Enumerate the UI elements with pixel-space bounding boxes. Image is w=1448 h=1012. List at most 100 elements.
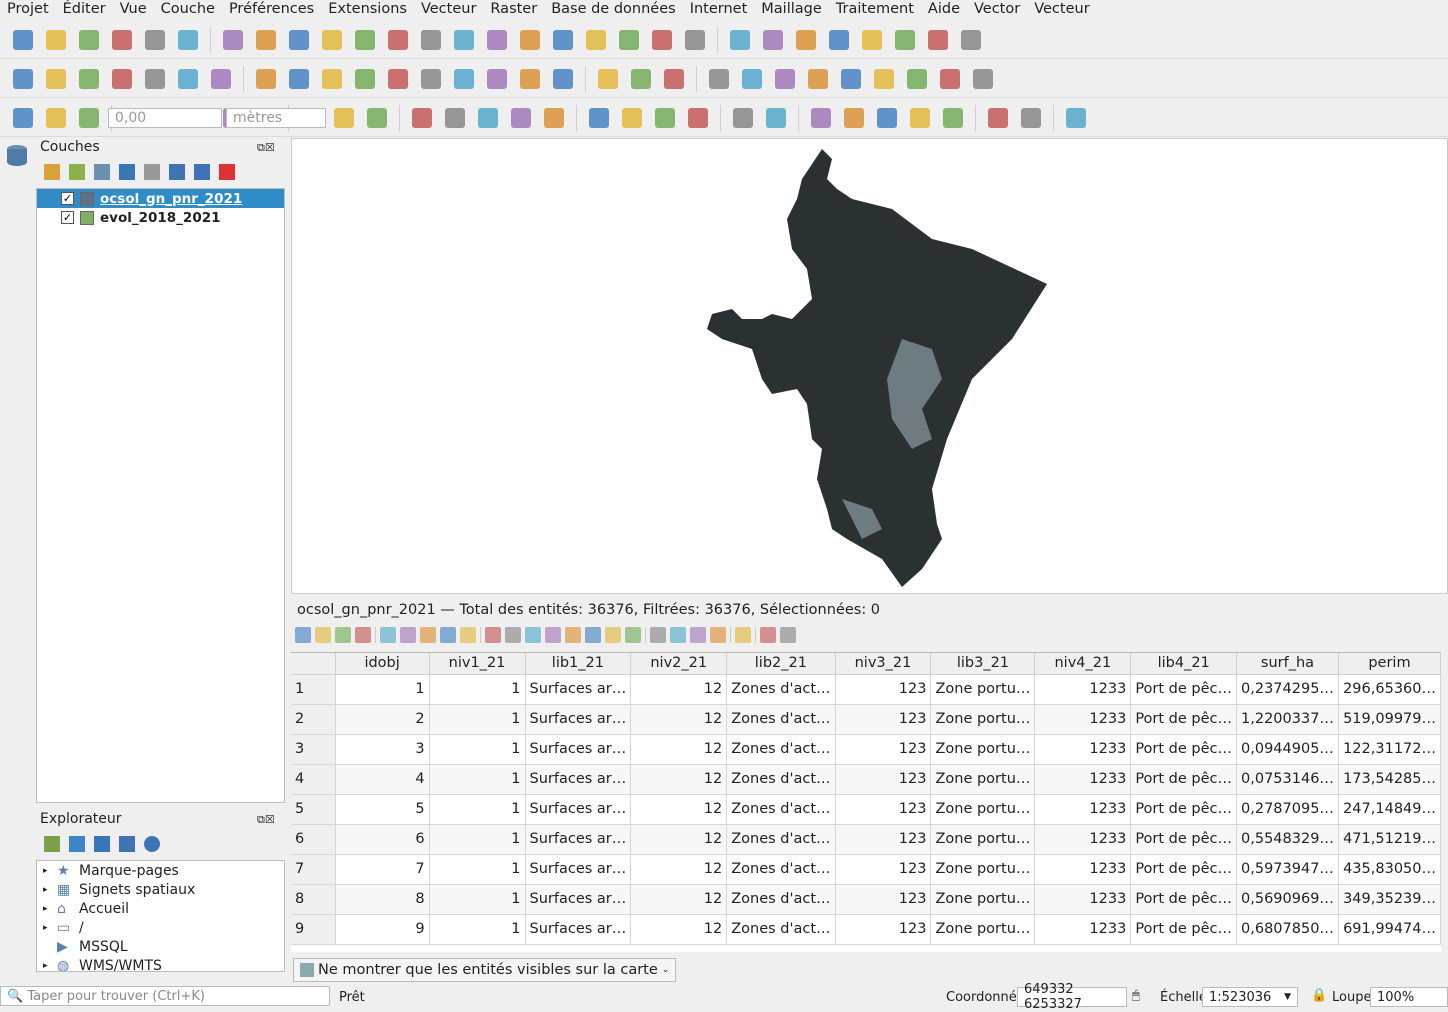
row-header[interactable]: 1 [291, 674, 336, 705]
save-edits-icon[interactable] [284, 64, 314, 94]
zoom-next-icon[interactable] [515, 25, 545, 55]
menu-7[interactable]: Raster [483, 0, 544, 21]
zoom-last-icon[interactable] [482, 25, 512, 55]
label-move-icon[interactable] [869, 64, 899, 94]
table-cell[interactable]: 122,31172… [1338, 734, 1441, 765]
edit-pen-icon[interactable] [107, 64, 137, 94]
table-cell[interactable]: 12 [630, 914, 728, 945]
table-cell[interactable]: Port de pêc… [1130, 734, 1238, 765]
menu-3[interactable]: Couche [154, 0, 222, 21]
layer-item[interactable]: ✓ ocsol_gn_pnr_2021 [37, 189, 284, 208]
table-cell[interactable]: 247,14849… [1338, 794, 1441, 825]
table-cell[interactable]: Port de pêc… [1130, 764, 1238, 795]
label-show-icon[interactable] [836, 64, 866, 94]
table-cell[interactable]: Zones d'act… [726, 794, 836, 825]
menu-13[interactable]: Vector [967, 0, 1027, 21]
table-cell[interactable]: 1 [429, 884, 526, 915]
select-expression-icon[interactable] [485, 627, 501, 643]
menu-11[interactable]: Traitement [829, 0, 921, 21]
table-cell[interactable]: 12 [630, 734, 728, 765]
print-layout-icon[interactable] [140, 25, 170, 55]
table-row[interactable]: 1 1 1 Surfaces ar… 12 Zones d'act… 123 Zone por… [291, 674, 1441, 705]
plugin-save-icon[interactable] [473, 103, 503, 133]
save-icon[interactable] [335, 627, 351, 643]
multi-edit-icon[interactable] [315, 627, 331, 643]
search-icon[interactable] [872, 103, 902, 133]
select-features-icon[interactable] [791, 25, 821, 55]
table-cell[interactable]: Zone portu… [930, 794, 1036, 825]
table-cell[interactable]: Zones d'act… [726, 734, 836, 765]
actions-icon[interactable] [735, 627, 751, 643]
zoom-selection-icon[interactable] [625, 627, 641, 643]
db-icon[interactable] [806, 103, 836, 133]
layer-item[interactable]: ✓ evol_2018_2021 [37, 208, 284, 227]
select-by-expression-icon[interactable] [659, 64, 689, 94]
filter-icon[interactable] [565, 627, 581, 643]
column-header-niv3_21[interactable]: niv3_21 [835, 653, 932, 675]
expand-icon[interactable] [169, 164, 185, 180]
table-cell[interactable]: 1233 [1034, 824, 1132, 855]
table-cell[interactable]: Zones d'act… [726, 854, 836, 885]
table-cell[interactable]: 1 [429, 794, 526, 825]
measure-icon[interactable] [890, 25, 920, 55]
pan-selection-icon[interactable] [605, 627, 621, 643]
add-raster-icon[interactable] [41, 64, 71, 94]
table-cell[interactable]: Surfaces ar… [525, 674, 632, 705]
table-cell[interactable]: 123 [835, 794, 932, 825]
table-cell[interactable]: 9 [335, 914, 430, 945]
table-cell[interactable]: 1 [429, 704, 526, 735]
map-canvas[interactable] [291, 138, 1448, 594]
table-cell[interactable]: 0,5690969… [1236, 884, 1339, 915]
column-header-lib2_21[interactable]: lib2_21 [726, 653, 836, 675]
add-group-icon[interactable] [69, 164, 85, 180]
row-header[interactable]: 5 [291, 794, 336, 825]
table-cell[interactable]: Zone portu… [930, 854, 1036, 885]
snapping-tolerance-input[interactable]: 0,00 [108, 108, 222, 128]
snapping-unit-select[interactable]: mètres [226, 108, 326, 128]
conditional-icon[interactable] [710, 627, 726, 643]
table-cell[interactable]: 3 [335, 734, 430, 765]
table-cell[interactable]: 0,6807850… [1236, 914, 1339, 945]
copy-icon[interactable] [449, 64, 479, 94]
temporal-icon[interactable] [647, 25, 677, 55]
table-cell[interactable]: Zones d'act… [726, 824, 836, 855]
browser-item[interactable]: ▸ ◍ WMS/WMTS [37, 956, 284, 972]
column-header-lib4_21[interactable]: lib4_21 [1130, 653, 1238, 675]
table-cell[interactable]: Surfaces ar… [525, 794, 632, 825]
feature-filter-button[interactable]: Ne montrer que les entités visibles sur … [293, 958, 677, 982]
row-header[interactable]: 7 [291, 854, 336, 885]
menu-1[interactable]: Éditer [56, 0, 113, 21]
table-cell[interactable]: 349,35239… [1338, 884, 1441, 915]
zoom-map-icon[interactable] [780, 627, 796, 643]
row-header[interactable]: 2 [291, 704, 336, 735]
table-cell[interactable]: 435,83050… [1338, 854, 1441, 885]
table-cell[interactable]: Port de pêc… [1130, 914, 1238, 945]
label-abc-icon[interactable] [704, 64, 734, 94]
menu-4[interactable]: Préférences [222, 0, 321, 21]
menu-8[interactable]: Base de données [544, 0, 683, 21]
plugin-yellow-icon[interactable] [761, 103, 791, 133]
table-row[interactable]: 3 3 1 Surfaces ar… 12 Zones d'act… 123 Zone por… [291, 734, 1441, 765]
table-cell[interactable]: Zones d'act… [726, 674, 836, 705]
table-cell[interactable]: 6 [335, 824, 430, 855]
zoom-out-icon[interactable] [317, 25, 347, 55]
table-cell[interactable]: 123 [835, 884, 932, 915]
select-all-icon[interactable] [505, 627, 521, 643]
expression-icon[interactable] [144, 164, 160, 180]
row-header[interactable]: 6 [291, 824, 336, 855]
table-row[interactable]: 7 7 1 Surfaces ar… 12 Zones d'act… 123 Zone por… [291, 854, 1441, 885]
zoom-native-icon[interactable] [449, 25, 479, 55]
locator-icon[interactable] [956, 25, 986, 55]
table-cell[interactable]: 1233 [1034, 914, 1132, 945]
undo-icon[interactable] [515, 64, 545, 94]
browser-item[interactable]: ▶ MSSQL [37, 937, 284, 956]
snap-grid-icon[interactable] [74, 103, 104, 133]
delete-icon[interactable] [383, 64, 413, 94]
help-icon[interactable] [1016, 103, 1046, 133]
locator-search-input[interactable]: 🔍 Taper pour trouver (Ctrl+K) [0, 986, 330, 1006]
column-header-niv2_21[interactable]: niv2_21 [630, 653, 728, 675]
table-cell[interactable]: Port de pêc… [1130, 794, 1238, 825]
table-cell[interactable]: 0,5548329… [1236, 824, 1339, 855]
table-cell[interactable]: 1 [429, 854, 526, 885]
table-cell[interactable]: 0,0753146… [1236, 764, 1339, 795]
